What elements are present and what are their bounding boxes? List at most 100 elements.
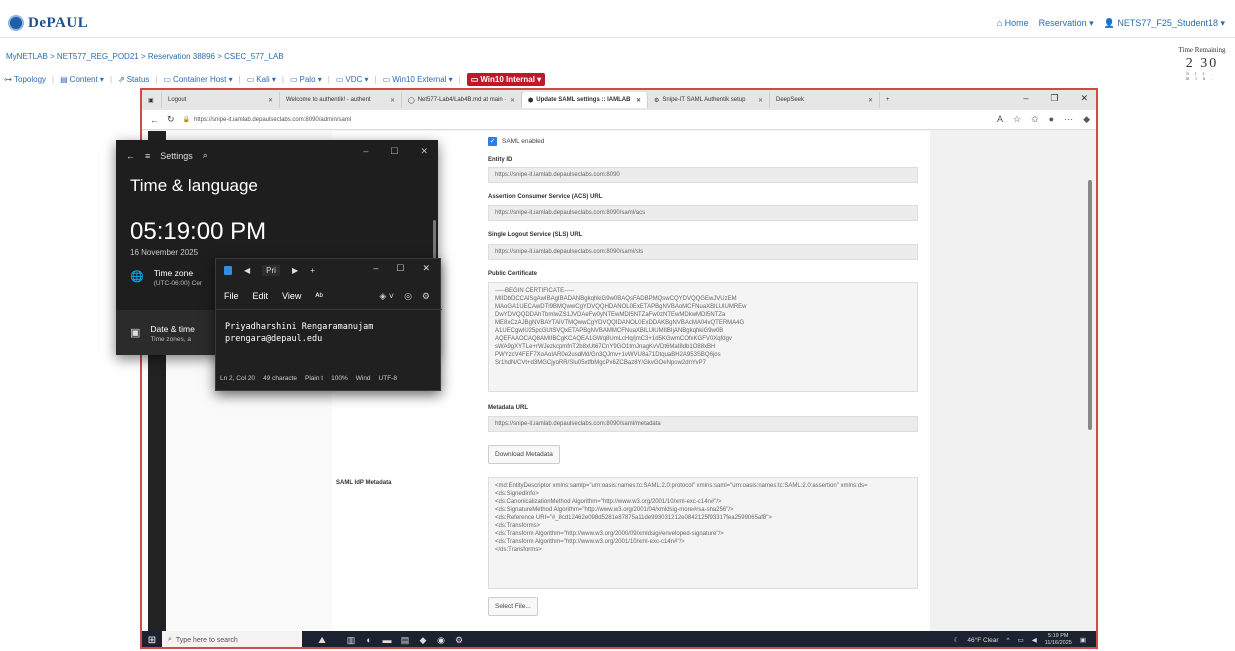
back-arrow-icon[interactable]: ← — [150, 115, 159, 125]
copilot-icon[interactable]: ◆ — [1083, 114, 1090, 125]
account-icon[interactable]: ◎ — [404, 291, 412, 302]
breadcrumb[interactable]: MyNETLAB > NET577_REG_POD21 > Reservatio… — [6, 52, 284, 61]
menu-file[interactable]: File — [224, 291, 239, 301]
close-icon[interactable]: ✕ — [758, 97, 763, 104]
close-icon[interactable]: ✕ — [268, 97, 273, 104]
maximize-icon[interactable]: ☐ — [390, 146, 398, 157]
toolbar-vdc[interactable]: ▭ VDC ▾ — [336, 75, 369, 84]
close-icon[interactable]: ✕ — [868, 97, 873, 104]
chrome-icon[interactable]: ◉ — [432, 635, 450, 646]
toolbar-container-host[interactable]: ▭ Container Host ▾ — [163, 75, 232, 84]
task-view-icon[interactable]: ▥ — [342, 635, 360, 646]
close-icon[interactable]: ✕ — [1080, 93, 1088, 104]
edge-icon[interactable]: ◐ — [360, 635, 378, 645]
toolbar-status[interactable]: ⇗ Status — [118, 75, 149, 84]
more-icon[interactable]: ⋯ — [1064, 114, 1073, 125]
toolbar-topology[interactable]: ⊶ Topology — [4, 75, 46, 84]
new-tab-button[interactable]: + — [880, 92, 900, 108]
browser-tab-logout[interactable]: Logout ✕ — [162, 92, 280, 108]
toolbar-label: Status — [126, 74, 150, 84]
network-icon[interactable]: ▭ — [1018, 636, 1024, 644]
settings-scrollbar[interactable] — [433, 220, 436, 260]
tray-overflow-icon[interactable]: ^ — [1007, 637, 1010, 644]
sls-url-field[interactable]: https://snipe-it.iamlab.depaulseclabs.co… — [488, 244, 918, 260]
close-icon[interactable]: ✕ — [422, 263, 430, 274]
divider — [216, 309, 442, 310]
idp-line: <ds:Transform Algorithm="http://www.w3.o… — [495, 539, 685, 545]
windows-start-icon[interactable]: ⊞ — [142, 635, 162, 646]
minimize-icon[interactable]: – — [373, 263, 378, 274]
favorite-star-icon[interactable]: ☆ — [1013, 114, 1021, 125]
notepad-window[interactable]: ◀ Pri ▶ + – ☐ ✕ File Edit View ᴬᵇ ◈ ˅ ◎ … — [215, 258, 442, 391]
browser-tab-authentik[interactable]: Welcome to authentik! - authent ✕ — [280, 92, 402, 108]
menu-view[interactable]: View — [282, 291, 301, 301]
date-time-row[interactable]: ▣ Date & time Time zones, a — [130, 324, 195, 343]
minimize-icon[interactable]: – — [1023, 93, 1028, 104]
toolbar-divider: | — [458, 74, 461, 84]
metadata-url-field[interactable]: https://snipe-it.iamlab.depaulseclabs.co… — [488, 416, 918, 432]
store-icon[interactable]: ◆ — [414, 635, 432, 646]
toolbar-label: Container Host ▾ — [173, 74, 233, 84]
home-link[interactable]: ⌂ Home — [997, 18, 1029, 29]
browser-tab-deepseek[interactable]: DeepSeek ✕ — [770, 92, 880, 108]
toolbar-content[interactable]: ▤ Content ▾ — [60, 75, 104, 84]
tab-scroll-right-icon[interactable]: ▶ — [292, 266, 298, 275]
entity-id-field[interactable]: https://snipe-it.iamlab.depaulseclabs.co… — [488, 167, 918, 183]
url-field[interactable]: 🔒 https://snipe-it.iamlab.depaulseclabs.c… — [183, 116, 352, 124]
volume-icon[interactable]: ◀ — [1032, 636, 1037, 644]
taskbar-search[interactable]: ⌕ Type here to search — [162, 631, 302, 647]
weather-text[interactable]: 46°F Clear — [967, 637, 998, 644]
text-format-icon[interactable]: ᴬᵇ — [315, 291, 322, 301]
gear-icon[interactable]: ⚙ — [422, 291, 430, 302]
tab-scroll-left-icon[interactable]: ◀ — [244, 266, 250, 275]
notepad-tab[interactable]: Pri — [262, 265, 280, 276]
notepad-text-area[interactable]: Priyadharshini Rengaramanujam prengara@de… — [225, 321, 373, 345]
page-scrollbar[interactable] — [1088, 180, 1092, 430]
toolbar-win10-internal[interactable]: ▭ Win10 Internal ▾ — [466, 72, 546, 86]
widgets-icon[interactable]: ⛰ — [302, 635, 342, 646]
toolbar-label: Win10 Internal ▾ — [480, 74, 542, 84]
user-account-menu[interactable]: 👤 NETS77_F25_Student18 ▾ — [1104, 18, 1225, 29]
settings-gear-icon[interactable]: ⚙ — [450, 635, 468, 646]
toolbar-win10-external[interactable]: ▭ Win10 External ▾ — [383, 75, 453, 84]
maximize-icon[interactable]: ❐ — [1050, 93, 1058, 104]
toolbar-kali[interactable]: ▭ Kali ▾ — [247, 75, 276, 84]
read-aloud-icon[interactable]: A — [997, 114, 1003, 125]
timezone-row[interactable]: 🌐 Time zone (UTC-06:00) Cer — [130, 268, 202, 287]
toolbar-palo[interactable]: ▭ Palo ▾ — [290, 75, 322, 84]
browser-tab-snipe-it-guide[interactable]: ⚙ Snipe-IT SAML Authentik setup ✕ — [648, 92, 770, 108]
close-icon[interactable]: ✕ — [420, 146, 428, 157]
minimize-icon[interactable]: – — [363, 146, 368, 157]
clock-date: 11/16/2025 — [1044, 640, 1072, 646]
profile-icon[interactable]: ● — [1049, 114, 1054, 125]
browser-tab-strip: ▣ Logout ✕ Welcome to authentik! - authen… — [142, 90, 1096, 110]
close-icon[interactable]: ✕ — [390, 97, 395, 104]
maximize-icon[interactable]: ☐ — [396, 263, 404, 274]
browser-tab-github[interactable]: ◯ Net577-Lab4/Lab4B.md at main · ✕ — [402, 92, 522, 108]
file-explorer-icon[interactable]: ▬ — [378, 635, 396, 645]
acs-url-field[interactable]: https://snipe-it.iamlab.depaulseclabs.co… — [488, 205, 918, 221]
close-icon[interactable]: ✕ — [510, 97, 515, 104]
back-arrow-icon[interactable]: ← — [126, 151, 135, 161]
browser-tab-saml-settings[interactable]: ⬢ Update SAML settings :: IAMLAB ✕ — [522, 92, 648, 108]
tab-label: Net577-Lab4/Lab4B.md at main · — [417, 97, 507, 103]
new-tab-icon[interactable]: + — [310, 266, 315, 275]
public-certificate-textarea[interactable]: -----BEGIN CERTIFICATE----- MIIDbDCCAlSg… — [488, 282, 918, 392]
reservation-menu[interactable]: Reservation ▾ — [1039, 18, 1094, 29]
taskbar-clock[interactable]: 5:19 PM 11/16/2025 — [1045, 633, 1072, 647]
idp-metadata-textarea[interactable]: <md:EntityDescriptor xmlns:samlp="urn:oa… — [488, 477, 918, 589]
depaul-logo[interactable]: DePAUL — [8, 12, 88, 34]
search-icon[interactable]: ⌕ — [203, 150, 208, 161]
select-file-button[interactable]: Select File... — [488, 597, 538, 616]
copilot-icon[interactable]: ◈ ˅ — [379, 291, 394, 302]
close-icon[interactable]: ✕ — [636, 97, 641, 104]
notification-icon[interactable]: ▣ — [1080, 636, 1086, 644]
saml-enabled-checkbox[interactable]: ✓ — [488, 137, 497, 146]
menu-edit[interactable]: Edit — [253, 291, 269, 301]
download-metadata-button[interactable]: Download Metadata — [488, 445, 560, 464]
refresh-icon[interactable]: ↻ — [167, 114, 175, 125]
notepad-icon[interactable]: ▤ — [396, 635, 414, 646]
hamburger-menu-icon[interactable]: ≡ — [145, 151, 150, 161]
favorites-icon[interactable]: ✩ — [1031, 114, 1039, 125]
tab-actions-button[interactable]: ▣ — [142, 92, 162, 108]
